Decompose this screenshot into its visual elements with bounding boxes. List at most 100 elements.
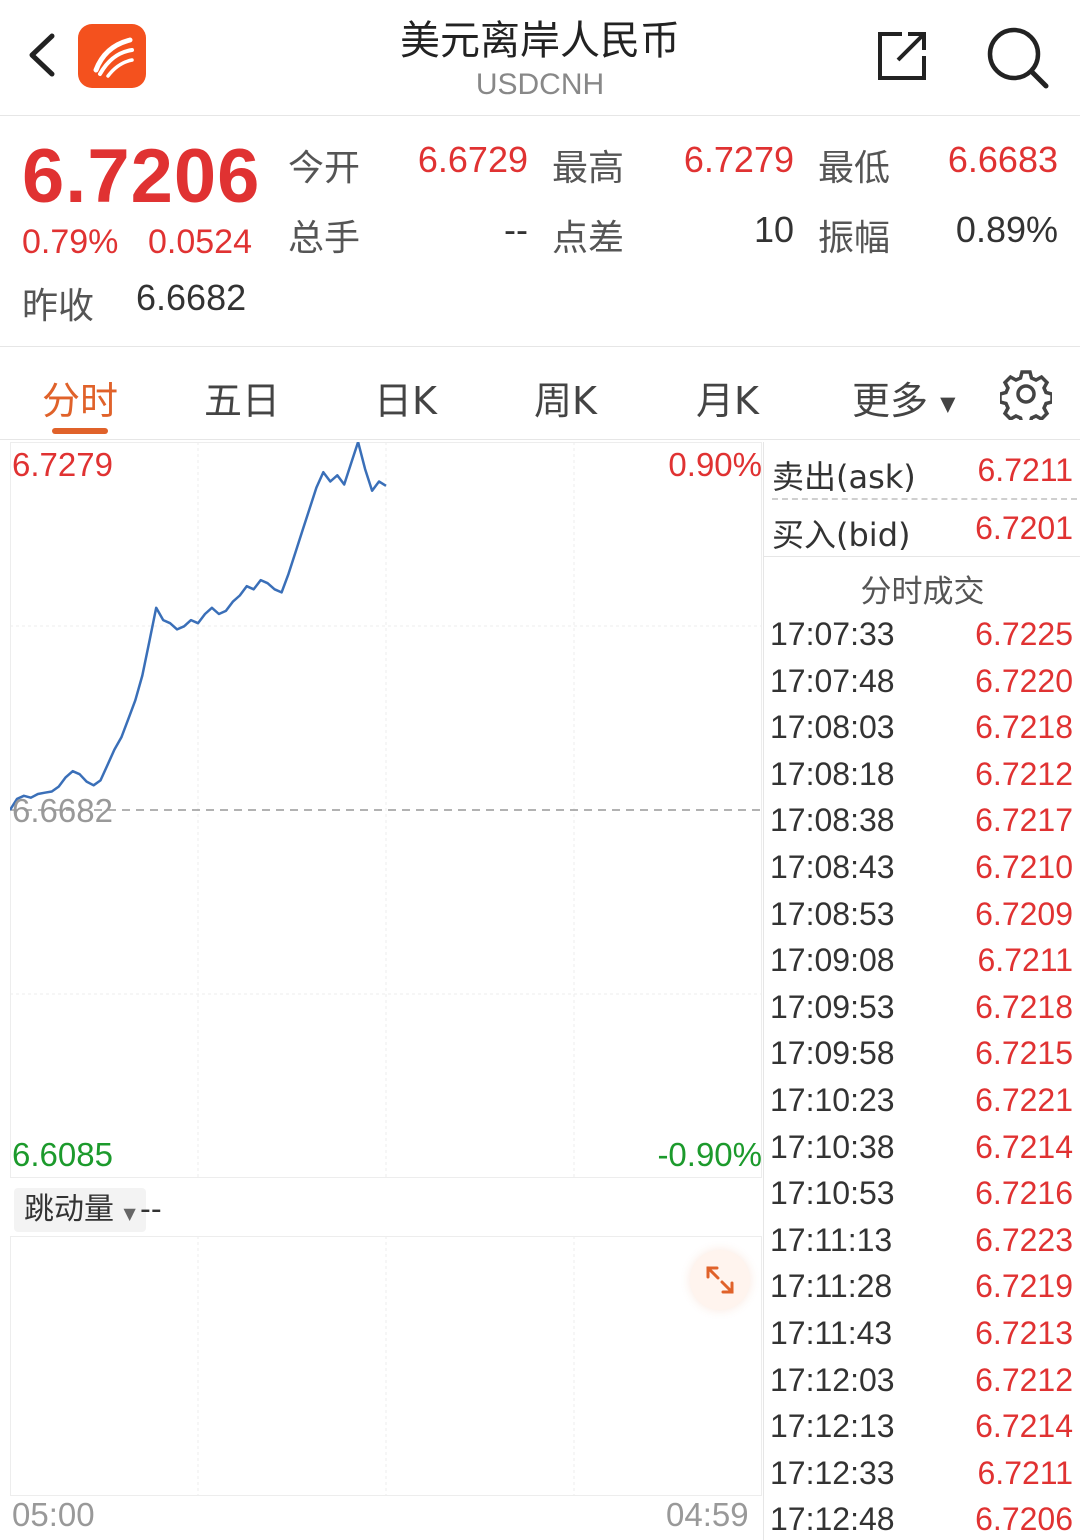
- trade-row: 17:08:03 6.7218: [764, 709, 1080, 755]
- trade-price: 6.7210: [975, 849, 1073, 885]
- chart-high-price: 6.7279: [12, 446, 113, 483]
- trade-price: 6.7211: [977, 1454, 1074, 1491]
- chart-low-price: 6.6085: [12, 1136, 113, 1173]
- trade-time: 17:11:28: [770, 1268, 893, 1305]
- trade-price: 6.7212: [975, 1361, 1073, 1398]
- trade-time: 17:12:48: [770, 1501, 895, 1538]
- trade-price: 6.7216: [975, 1175, 1073, 1212]
- trade-time: 17:10:38: [770, 1128, 895, 1165]
- trade-price: 6.7221: [975, 1082, 1073, 1118]
- trade-row: 17:10:38 6.7214: [764, 1129, 1080, 1175]
- trade-time: 17:08:53: [770, 895, 895, 932]
- trade-time: 17:10:53: [770, 1175, 895, 1212]
- trade-price: 6.7219: [975, 1268, 1073, 1305]
- expand-icon: [706, 1266, 734, 1294]
- tab-daily-k[interactable]: 日K: [374, 370, 437, 425]
- active-tab-indicator: [52, 428, 108, 434]
- trade-time: 17:09:58: [770, 1035, 895, 1072]
- intraday-chart[interactable]: 6.7279 0.90% 6.6682 6.6085 -0.90%: [8, 440, 762, 1178]
- chart-low-percent: -0.90%: [657, 1136, 762, 1173]
- ask-row: 卖出(ask) 6.7211: [764, 444, 1080, 500]
- stat-amplitude-label: 振幅: [818, 218, 891, 259]
- stat-high-value: 6.7279: [683, 139, 794, 180]
- stat-amplitude-value: 0.89%: [955, 209, 1058, 250]
- tab-intraday[interactable]: 分时: [42, 370, 118, 425]
- top-bar: 美元离岸人民币 USDCNH: [0, 0, 1080, 116]
- trade-price: 6.7218: [975, 709, 1073, 746]
- trade-price: 6.7214: [975, 1408, 1073, 1445]
- trade-row: 17:11:13 6.7223: [764, 1222, 1080, 1268]
- volume-indicator-select[interactable]: 跳动量 ▼: [14, 1188, 146, 1232]
- trade-row: 17:10:23 6.7221: [764, 1082, 1080, 1128]
- trade-time: 17:07:33: [770, 616, 895, 652]
- divider: [764, 556, 1080, 557]
- trade-time: 17:08:38: [770, 802, 895, 839]
- trade-price: 6.7220: [975, 662, 1073, 699]
- stat-volume-label: 总手: [288, 218, 361, 259]
- prev-close-label: 昨收: [22, 286, 95, 327]
- stat-high-label: 最高: [552, 148, 625, 189]
- gear-icon[interactable]: [1000, 368, 1052, 420]
- search-icon[interactable]: [984, 24, 1050, 90]
- trade-time: 17:12:13: [770, 1408, 895, 1445]
- chart-baseline-price: 6.6682: [12, 792, 113, 829]
- stat-volume-value: --: [504, 209, 528, 250]
- chart-time-start: 05:00: [12, 1496, 95, 1533]
- volume-chart: [10, 1236, 762, 1506]
- bid-row: 买入(bid) 6.7201: [764, 502, 1080, 558]
- trade-row: 17:08:38 6.7217: [764, 802, 1080, 848]
- tab-five-day[interactable]: 五日: [204, 370, 280, 425]
- trade-row: 17:09:53 6.7218: [764, 989, 1080, 1035]
- order-book-panel: 卖出(ask) 6.7211 买入(bid) 6.7201 分时成交 17:07…: [763, 442, 1080, 1540]
- stat-spread-value: 10: [753, 209, 794, 250]
- volume-value: --: [140, 1192, 162, 1227]
- trade-time: 17:08:18: [770, 755, 895, 792]
- bid-value: 6.7201: [975, 510, 1073, 546]
- trade-price: 6.7214: [975, 1128, 1073, 1165]
- change-amount: 0.0524: [148, 223, 252, 261]
- trade-row: 17:09:08 6.7211: [764, 942, 1080, 988]
- trade-time: 17:11:13: [770, 1221, 893, 1258]
- trade-time: 17:10:23: [770, 1082, 895, 1118]
- tab-weekly-k[interactable]: 周K: [534, 370, 597, 425]
- trade-time: 17:09:08: [770, 942, 895, 979]
- trade-price: 6.7211: [977, 942, 1074, 979]
- trade-row: 17:12:03 6.7212: [764, 1362, 1080, 1408]
- quote-summary: 6.7206 0.79% 0.0524 昨收 6.6682 今开 6.6729 …: [0, 117, 1080, 347]
- trade-row: 17:10:53 6.7216: [764, 1175, 1080, 1221]
- trade-row: 17:08:53 6.7209: [764, 896, 1080, 942]
- trade-time: 17:11:43: [770, 1315, 893, 1351]
- tab-more[interactable]: 更多 ▼: [852, 370, 956, 425]
- trade-price: 6.7217: [975, 802, 1073, 839]
- stat-low-label: 最低: [818, 148, 891, 189]
- trade-price: 6.7218: [975, 988, 1073, 1025]
- volume-indicator-label: 跳动量: [24, 1192, 114, 1227]
- stat-low-value: 6.6683: [947, 139, 1058, 180]
- trade-row: 17:11:43 6.7213: [764, 1315, 1080, 1361]
- chart-high-percent: 0.90%: [668, 446, 762, 483]
- last-price: 6.7206: [22, 134, 261, 219]
- trade-row: 17:08:43 6.7210: [764, 849, 1080, 895]
- chart-tabs: 分时 五日 日K 周K 月K 更多 ▼: [0, 348, 1080, 440]
- prev-close-value: 6.6682: [136, 277, 247, 318]
- tab-monthly-k[interactable]: 月K: [696, 370, 759, 425]
- trade-price: 6.7213: [975, 1315, 1073, 1351]
- share-icon[interactable]: [872, 26, 932, 86]
- trade-price: 6.7215: [975, 1035, 1073, 1072]
- stat-spread-label: 点差: [552, 218, 625, 259]
- ask-label: 卖出(ask): [772, 458, 916, 496]
- expand-chart-button[interactable]: [690, 1250, 750, 1310]
- stat-open-label: 今开: [288, 148, 361, 189]
- divider: [772, 498, 1077, 500]
- caret-down-icon: ▼: [940, 391, 956, 416]
- bid-label: 买入(bid): [772, 516, 911, 554]
- trade-row: 17:12:48 6.7206: [764, 1501, 1080, 1540]
- trades-title: 分时成交: [860, 574, 985, 610]
- chart-time-end: 04:59: [666, 1496, 749, 1533]
- trade-time: 17:08:43: [770, 849, 895, 885]
- trade-time: 17:09:53: [770, 988, 895, 1025]
- trade-row: 17:07:33 6.7225: [764, 616, 1080, 662]
- trade-row: 17:12:33 6.7211: [764, 1455, 1080, 1501]
- volume-header: 跳动量 ▼ --: [10, 1180, 762, 1236]
- trade-price: 6.7225: [975, 616, 1073, 652]
